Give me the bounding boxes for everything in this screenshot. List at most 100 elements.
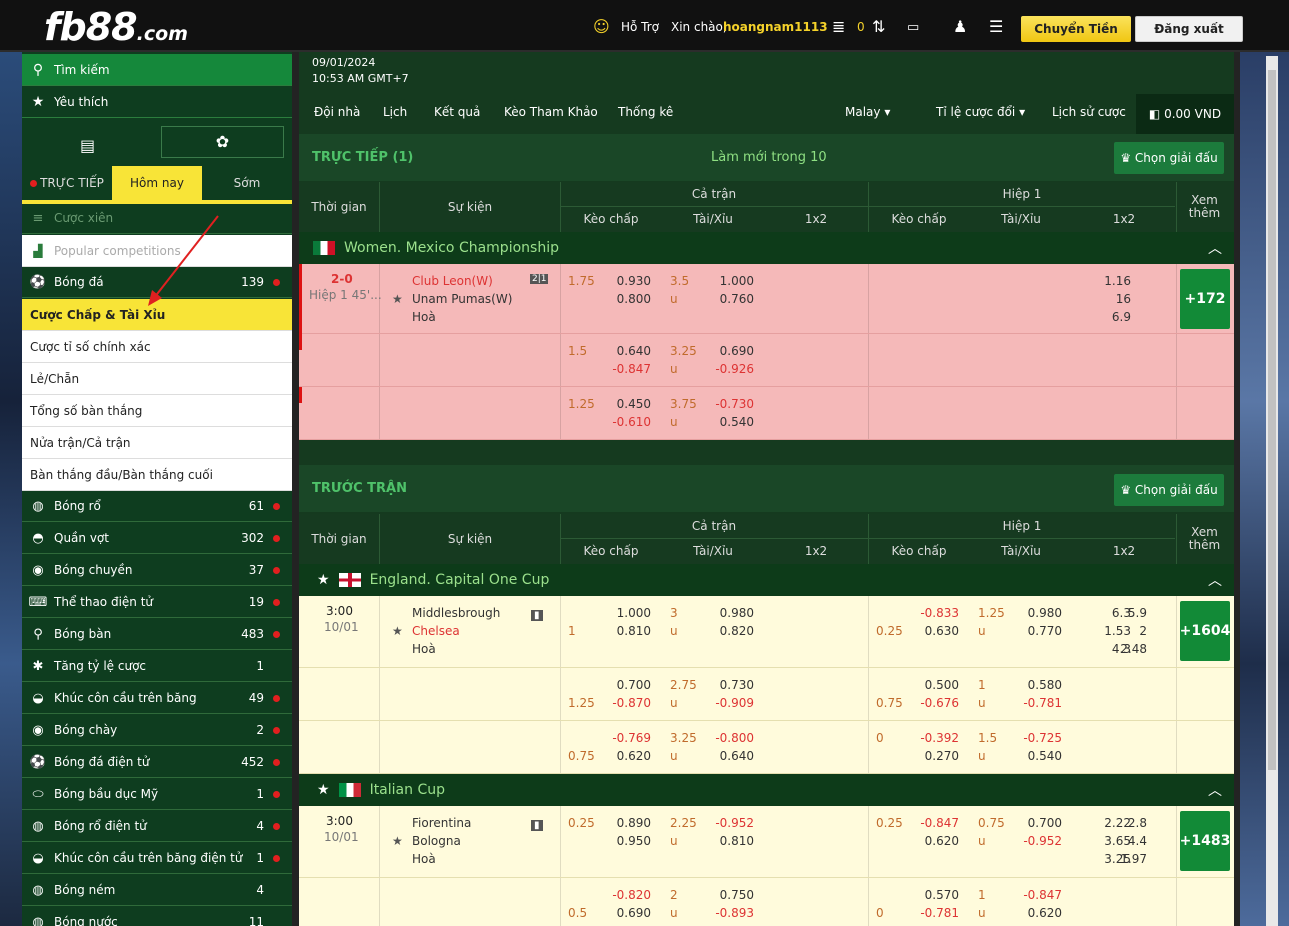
ou-line[interactable]: 2.25 [670, 816, 697, 830]
market-item[interactable]: Lẻ/Chẵn [22, 363, 292, 395]
odds-home[interactable]: 0.700 [599, 678, 651, 692]
coins-icon[interactable]: ≣ [832, 17, 845, 36]
odds-1x2-half[interactable]: 2 [1099, 624, 1147, 638]
stats-icon[interactable]: ▮ [531, 820, 543, 831]
half-odds-home[interactable]: -0.847 [907, 816, 959, 830]
market-item[interactable]: Cược tỉ số chính xác [22, 331, 292, 363]
home-team[interactable]: Club Leon(W) [412, 274, 493, 288]
away-team[interactable]: Chelsea [412, 624, 460, 638]
sport-item[interactable]: ◍ Bóng rổ điện tử 4 [22, 811, 292, 842]
away-team[interactable]: Bologna [412, 834, 461, 848]
half-odds-away[interactable]: 0.630 [907, 624, 959, 638]
odds-1x2-half[interactable]: 4.4 [1099, 834, 1147, 848]
support-icon[interactable]: ☺ [593, 17, 610, 36]
draw-label[interactable]: Hoà [412, 642, 436, 656]
half-ou-under-label[interactable]: u [978, 696, 986, 710]
half-ou-line[interactable]: 1.5 [978, 731, 997, 745]
half-ou-line[interactable]: 1.25 [978, 606, 1005, 620]
sport-item[interactable]: ⌨ Thể thao điện tử 19 [22, 587, 292, 618]
ticket-icon[interactable]: ▭ [907, 20, 919, 35]
away-team[interactable]: Unam Pumas(W) [412, 292, 512, 306]
odds-under[interactable]: 0.760 [702, 292, 754, 306]
ou-under-label[interactable]: u [670, 415, 678, 429]
half-odds-away[interactable]: 0.620 [907, 834, 959, 848]
sport-item[interactable]: ◍ Bóng rổ 61 [22, 491, 292, 522]
half-odds-home[interactable]: 0.500 [907, 678, 959, 692]
ou-under-label[interactable]: u [670, 696, 678, 710]
odds-away[interactable]: 0.800 [599, 292, 651, 306]
transfer-icon[interactable]: ⇅ [872, 17, 885, 36]
odds-home[interactable]: 0.890 [599, 816, 651, 830]
favorite-star-icon[interactable]: ★ [392, 624, 403, 638]
half-handicap-line[interactable]: 0.25 [876, 816, 903, 830]
draw-label[interactable]: Hoà [412, 310, 436, 324]
odds-away[interactable]: 0.690 [599, 906, 651, 920]
ou-under-label[interactable]: u [670, 362, 678, 376]
nav-reference[interactable]: Kèo Tham Khảo [504, 105, 598, 119]
odds-change-select[interactable]: Tỉ lệ cược đổi ▾ [936, 105, 1025, 119]
league-row[interactable]: ★ Italian Cup ︿ [299, 774, 1234, 806]
odds-1x2-half[interactable]: 1.97 [1099, 852, 1147, 866]
odds-under[interactable]: 0.820 [702, 624, 754, 638]
handicap-line[interactable]: 0.75 [568, 749, 595, 763]
half-odds-home[interactable]: -0.392 [907, 731, 959, 745]
more-markets-button[interactable]: +1604 [1180, 601, 1230, 661]
sport-item[interactable]: ◉ Bóng chày 2 [22, 715, 292, 746]
market-item[interactable]: Tổng số bàn thắng [22, 395, 292, 427]
ou-under-label[interactable]: u [670, 834, 678, 848]
handicap-line[interactable]: 0.25 [568, 816, 595, 830]
draw-label[interactable]: Hoà [412, 852, 436, 866]
logout-button[interactable]: Đăng xuất [1135, 16, 1243, 42]
half-ou-line[interactable]: 0.75 [978, 816, 1005, 830]
scrollbar[interactable] [1266, 56, 1278, 926]
odds-1x2[interactable]: 6.9 [1091, 310, 1131, 324]
ou-under-label[interactable]: u [670, 906, 678, 920]
user-icon[interactable]: ♟ [953, 17, 967, 36]
star-icon[interactable]: ★ [317, 572, 330, 588]
match-time[interactable]: 3:00 [326, 814, 353, 828]
half-handicap-line[interactable]: 0 [876, 731, 884, 745]
half-ou-under-label[interactable]: u [978, 834, 986, 848]
wallet[interactable]: ◧ 0.00 VND [1136, 94, 1234, 134]
live-league-row[interactable]: Women. Mexico Championship ︿ [299, 232, 1234, 264]
half-odds-under[interactable]: -0.781 [1010, 696, 1062, 710]
odds-1x2[interactable]: 1.16 [1091, 274, 1131, 288]
half-ou-under-label[interactable]: u [978, 906, 986, 920]
half-odds-under[interactable]: -0.952 [1010, 834, 1062, 848]
odds-under[interactable]: -0.893 [702, 906, 754, 920]
half-odds-over[interactable]: -0.725 [1010, 731, 1062, 745]
handicap-line[interactable]: 1.75 [568, 274, 595, 288]
half-odds-home[interactable]: -0.833 [907, 606, 959, 620]
odds-1x2-half[interactable]: 2.8 [1099, 816, 1147, 830]
home-team[interactable]: Fiorentina [412, 816, 471, 830]
bet-history-link[interactable]: Lịch sử cược [1052, 105, 1126, 119]
stats-icon[interactable]: 2|1 [530, 274, 549, 284]
sport-item[interactable]: ◍ Bóng nước 11 [22, 907, 292, 926]
favorite-star-icon[interactable]: ★ [392, 834, 403, 848]
more-markets-button[interactable]: +1483 [1180, 811, 1230, 871]
odds-over[interactable]: 0.690 [702, 344, 754, 358]
half-odds-away[interactable]: -0.781 [907, 906, 959, 920]
sport-item[interactable]: ⬭ Bóng bầu dục Mỹ 1 [22, 779, 292, 810]
favorite-star-icon[interactable]: ★ [392, 292, 403, 306]
mybets-icon[interactable]: ✿ [161, 126, 284, 158]
logo[interactable]: fb88.com [44, 5, 188, 49]
odds-1x2-half[interactable]: 5.9 [1099, 606, 1147, 620]
collapse-icon[interactable]: ︿ [1208, 238, 1222, 258]
ou-line[interactable]: 3.75 [670, 397, 697, 411]
odds-under[interactable]: 0.640 [702, 749, 754, 763]
ou-line[interactable]: 3.25 [670, 731, 697, 745]
tab-live[interactable]: TRỰC TIẾP [22, 166, 112, 200]
odds-over[interactable]: 0.750 [702, 888, 754, 902]
sport-item[interactable]: ◉ Bóng chuyền 37 [22, 555, 292, 586]
odds-away[interactable]: 0.620 [599, 749, 651, 763]
ou-line[interactable]: 3 [670, 606, 678, 620]
handicap-line[interactable]: 1.5 [568, 344, 587, 358]
handicap-line[interactable]: 1 [568, 624, 576, 638]
half-handicap-line[interactable]: 0.75 [876, 696, 903, 710]
half-handicap-line[interactable]: 0 [876, 906, 884, 920]
sport-item[interactable]: ⚲ Bóng bàn 483 [22, 619, 292, 650]
handicap-line[interactable]: 1.25 [568, 696, 595, 710]
odds-away[interactable]: -0.610 [599, 415, 651, 429]
odds-1x2[interactable]: 16 [1091, 292, 1131, 306]
